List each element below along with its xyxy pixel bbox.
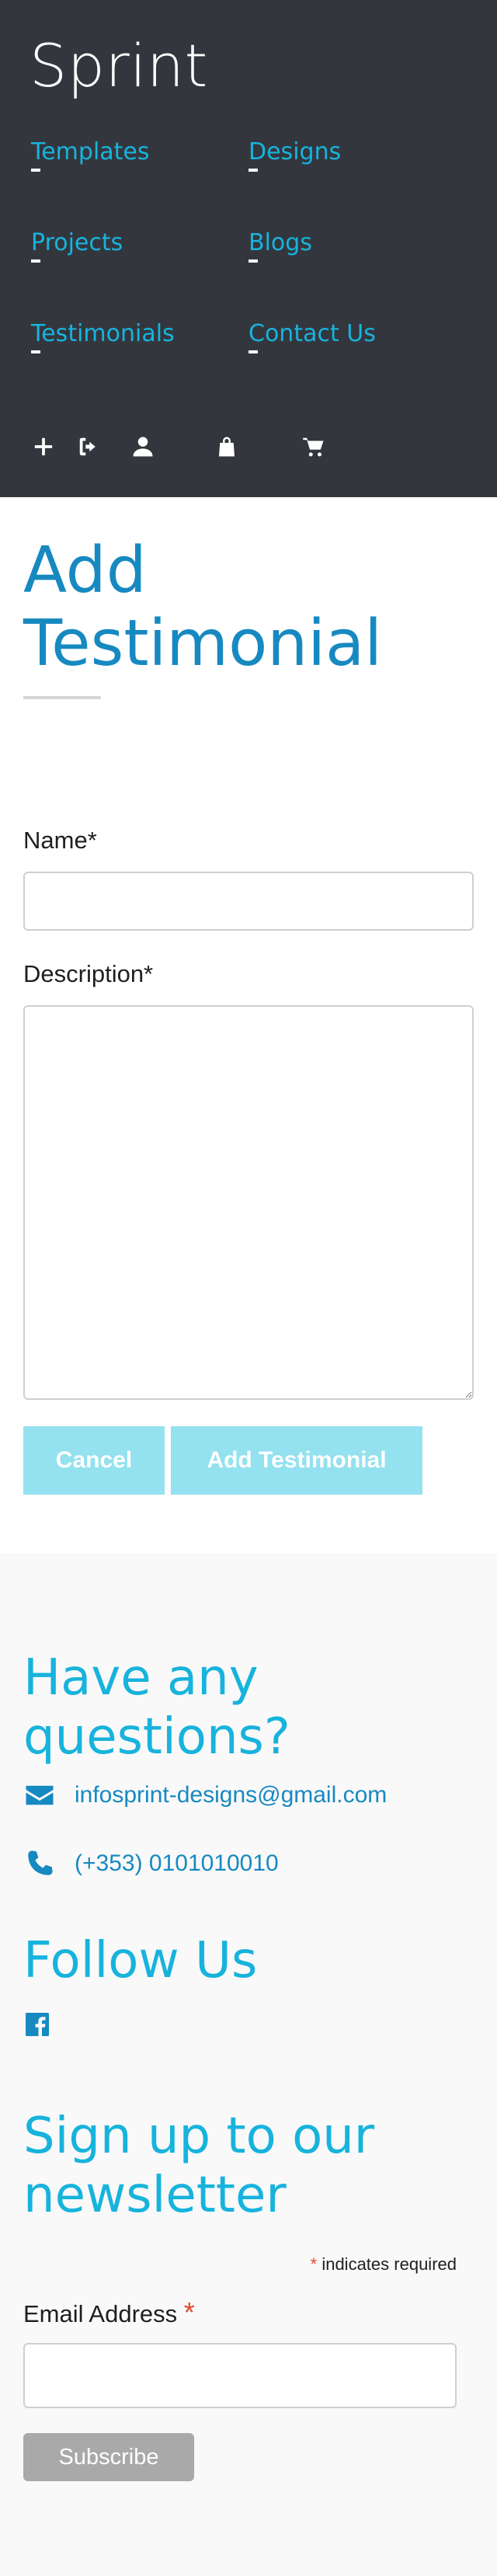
required-asterisk: * [310,2254,318,2274]
email-address-label: Email Address * [23,2296,195,2329]
contact-email[interactable]: infosprint-designs@gmail.com [23,1779,387,1812]
brand-logo[interactable]: Sprint [30,31,208,100]
nav-link-blogs[interactable]: Blogs [248,229,312,257]
contact-phone[interactable]: (+353) 0101010010 [23,1847,279,1880]
description-label: Description* [23,960,154,987]
name-input[interactable] [23,872,474,931]
nav-dash [31,259,40,263]
subscribe-button[interactable]: Subscribe [23,2433,194,2481]
questions-heading: Have any questions? [23,1649,290,1766]
main-content: Add Testimonial Name* Description* Cance… [0,497,497,1554]
nav-item-designs[interactable]: Designs [248,138,435,172]
required-note-text: indicates required [321,2254,457,2274]
header-icon-row [30,427,328,466]
email-required-asterisk: * [183,2296,195,2328]
nav-link-contact-us[interactable]: Contact Us [248,320,376,348]
nav-item-blogs[interactable]: Blogs [248,229,435,263]
nav-item-testimonials[interactable]: Testimonials [31,320,248,353]
follow-heading: Follow Us [23,1932,258,1989]
site-header: Sprint Templates Designs Projects Blogs … [0,0,497,497]
name-label: Name* [23,827,97,854]
sign-out-icon[interactable] [75,433,103,461]
main-nav: Templates Designs Projects Blogs Testimo… [31,138,435,353]
facebook-icon[interactable] [23,2010,51,2038]
phone-icon [28,1850,53,1875]
newsletter-email-input[interactable] [23,2343,457,2408]
newsletter-heading: Sign up to our newsletter [23,2108,375,2224]
site-footer: Have any questions? infosprint-designs@g… [0,1554,497,2576]
required-note: * indicates required [311,2254,457,2275]
shopping-bag-icon[interactable] [213,433,241,461]
nav-dash [248,350,258,353]
nav-item-templates[interactable]: Templates [31,138,248,172]
nav-item-contact-us[interactable]: Contact Us [248,320,435,353]
page-title-line1: Add [23,534,147,607]
email-address-label-text: Email Address [23,2300,178,2327]
envelope-icon [26,1785,54,1805]
contact-email-text[interactable]: infosprint-designs@gmail.com [75,1782,387,1808]
description-textarea[interactable] [23,1005,474,1400]
page-title-line2: Testimonial [23,607,383,681]
cart-icon[interactable] [300,433,328,461]
add-testimonial-button[interactable]: Add Testimonial [171,1426,422,1495]
cancel-button[interactable]: Cancel [23,1426,165,1495]
nav-dash [31,350,40,353]
title-divider [23,696,101,699]
page-title: Add Testimonial [23,534,458,681]
nav-dash [248,169,258,172]
nav-item-projects[interactable]: Projects [31,229,248,263]
contact-phone-text[interactable]: (+353) 0101010010 [75,1850,279,1877]
plus-icon[interactable] [30,433,57,461]
nav-link-templates[interactable]: Templates [31,138,150,166]
nav-link-projects[interactable]: Projects [31,229,123,257]
user-icon[interactable] [129,433,157,461]
nav-link-testimonials[interactable]: Testimonials [31,320,175,348]
nav-dash [31,169,40,172]
nav-link-designs[interactable]: Designs [248,138,341,166]
nav-dash [248,259,258,263]
